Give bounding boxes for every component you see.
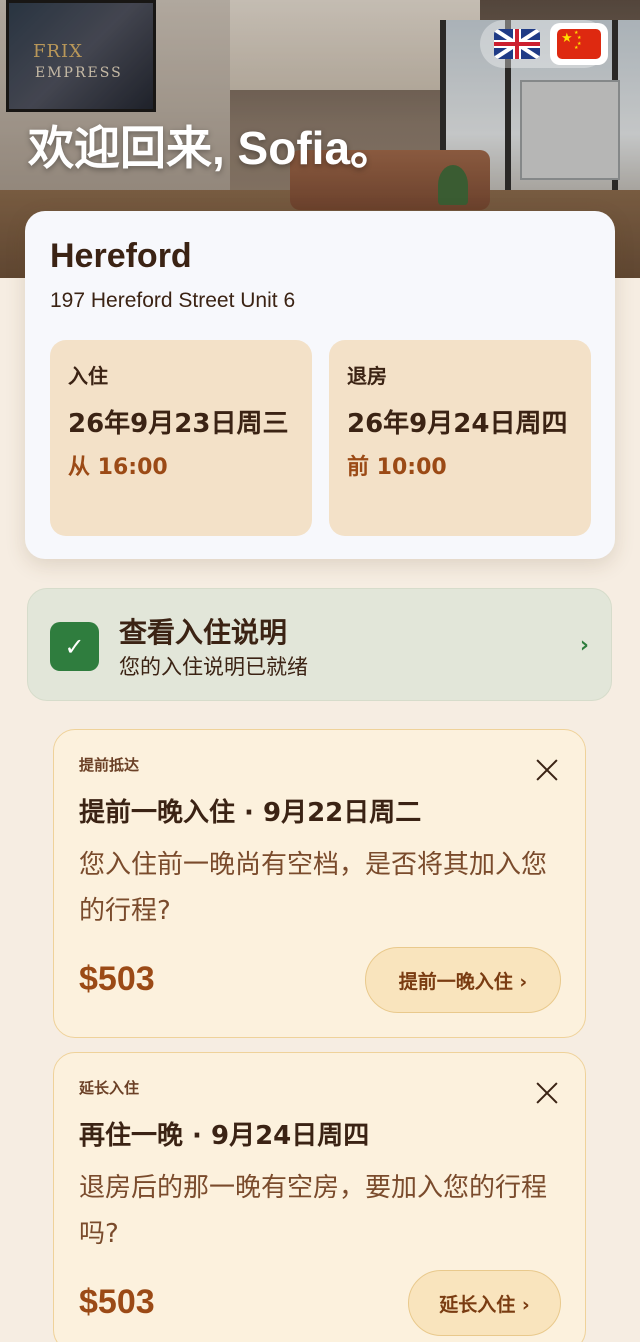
china-flag-icon: ★ ★ ★ ★ ★ [557, 29, 601, 59]
checkin-date: 26年9月23日周三 [68, 409, 289, 439]
property-address: 197 Hereford Street Unit 6 [50, 289, 296, 312]
checkmark-icon: ✓ [50, 622, 99, 671]
checkin-time: 从 16:00 [68, 455, 168, 480]
offer-headline: 提前一晚入住 · 9月22日周二 [79, 798, 422, 828]
offer-description: 退房后的那一晚有空房，要加入您的行程吗? [79, 1173, 548, 1249]
offer-headline: 再住一晚 · 9月24日周四 [79, 1121, 370, 1151]
checkin-instructions-row[interactable]: ✓ 查看入住说明 您的入住说明已就绪 › [27, 588, 612, 701]
checkout-box: 退房 26年9月24日周四 前 10:00 [329, 340, 591, 536]
early-arrival-offer-card: 提前抵达 提前一晚入住 · 9月22日周二 您入住前一晚尚有空档，是否将其加入您… [53, 729, 586, 1038]
offer-price: $503 [79, 1283, 155, 1321]
uk-flag-icon[interactable] [494, 29, 540, 59]
instructions-title: 查看入住说明 [119, 616, 288, 649]
checkout-date: 26年9月24日周四 [347, 409, 568, 439]
stay-card: Hereford 197 Hereford Street Unit 6 入住 2… [25, 211, 615, 559]
offer-price: $503 [79, 960, 155, 998]
instructions-subtitle: 您的入住说明已就绪 [119, 655, 308, 679]
extend-stay-offer-card: 延长入住 再住一晚 · 9月24日周四 退房后的那一晚有空房，要加入您的行程吗?… [53, 1052, 586, 1342]
offer-description: 您入住前一晚尚有空档，是否将其加入您的行程? [79, 850, 548, 926]
checkout-time: 前 10:00 [347, 455, 447, 480]
add-early-night-button[interactable]: 提前一晚入住 › [365, 947, 561, 1013]
offer-tag: 延长入住 [79, 1079, 140, 1097]
property-name: Hereford [50, 237, 192, 275]
checkin-box: 入住 26年9月23日周三 从 16:00 [50, 340, 312, 536]
close-icon[interactable] [533, 1079, 561, 1107]
checkin-label: 入住 [68, 364, 108, 388]
chevron-right-icon: › [579, 633, 589, 658]
language-option-selected[interactable]: ★ ★ ★ ★ ★ [550, 23, 608, 65]
close-icon[interactable] [533, 756, 561, 784]
welcome-heading: 欢迎回来, Sofia。 [28, 122, 397, 174]
offer-tag: 提前抵达 [79, 756, 140, 774]
checkout-label: 退房 [347, 364, 387, 388]
extend-stay-button[interactable]: 延长入住 › [408, 1270, 561, 1336]
language-switcher[interactable]: ★ ★ ★ ★ ★ [480, 20, 608, 68]
